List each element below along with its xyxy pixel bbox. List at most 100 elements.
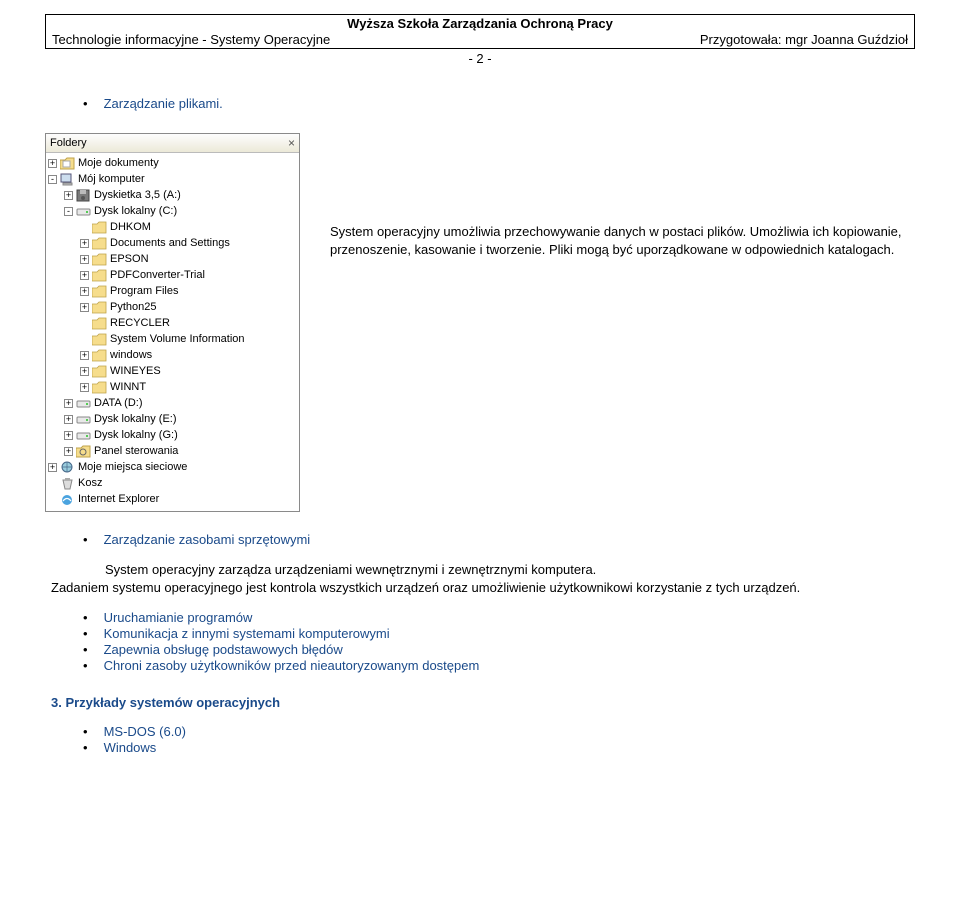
drive-icon: [76, 413, 91, 426]
control-icon: [76, 445, 91, 458]
bullet-dot: •: [83, 658, 88, 673]
expand-icon[interactable]: +: [64, 415, 73, 424]
header-left: Technologie informacyjne - Systemy Opera…: [52, 32, 330, 47]
tree-item[interactable]: + Dyskietka 3,5 (A:): [48, 187, 297, 203]
expand-icon[interactable]: +: [64, 431, 73, 440]
tree-item[interactable]: +Documents and Settings: [48, 235, 297, 251]
folder-pane-title: Foldery: [50, 137, 87, 149]
tree-item-label: Dysk lokalny (G:): [94, 429, 178, 441]
tree-item[interactable]: + WINNT: [48, 379, 297, 395]
drive-icon: [76, 429, 91, 442]
tree-item[interactable]: +Python25: [48, 299, 297, 315]
folder-icon: [92, 285, 107, 298]
folder-pane-header: Foldery ×: [46, 134, 299, 153]
header-title: Wyższa Szkoła Zarządzania Ochroną Pracy: [46, 15, 914, 32]
tree-item[interactable]: + Panel sterowania: [48, 443, 297, 459]
folder-icon: [92, 221, 107, 234]
ie-icon: [60, 493, 75, 506]
collapse-icon[interactable]: -: [48, 175, 57, 184]
close-icon[interactable]: ×: [288, 136, 295, 150]
expand-icon[interactable]: +: [64, 191, 73, 200]
tree-item[interactable]: DHKOM: [48, 219, 297, 235]
tree-item-label: Dyskietka 3,5 (A:): [94, 189, 181, 201]
tree-item[interactable]: + EPSON: [48, 251, 297, 267]
tree-item-label: PDFConverter-Trial: [110, 269, 205, 281]
expander-none: [80, 319, 89, 328]
bullet-dot: •: [83, 642, 88, 657]
collapse-icon[interactable]: -: [64, 207, 73, 216]
expander-none: [48, 479, 57, 488]
header-row: Technologie informacyjne - Systemy Opera…: [46, 32, 914, 48]
tree-item[interactable]: RECYCLER: [48, 315, 297, 331]
tree-item-label: windows: [110, 349, 152, 361]
expand-icon[interactable]: +: [48, 463, 57, 472]
folder-icon: [92, 253, 107, 266]
header-right: Przygotowała: mgr Joanna Guździoł: [700, 32, 908, 47]
tree-item-label: EPSON: [110, 253, 149, 265]
tree-item-label: Kosz: [78, 477, 102, 489]
tree-item[interactable]: + WINEYES: [48, 363, 297, 379]
folder-icon: [92, 269, 107, 282]
tree-item-label: DATA (D:): [94, 397, 142, 409]
examples-heading: 3. Przykłady systemów operacyjnych: [51, 695, 915, 710]
hw-para-line2: Zadaniem systemu operacyjnego jest kontr…: [51, 580, 800, 595]
tree-item[interactable]: + Dysk lokalny (G:): [48, 427, 297, 443]
folder-tree-pane[interactable]: Foldery × +Moje dokumenty-Mój komputer+D…: [45, 133, 300, 512]
tree-item[interactable]: + DATA (D:): [48, 395, 297, 411]
tree-item[interactable]: + windows: [48, 347, 297, 363]
tree-item[interactable]: + PDFConverter-Trial: [48, 267, 297, 283]
files-paragraph: System operacyjny umożliwia przechowywan…: [330, 133, 915, 258]
page-number: - 2 -: [45, 51, 915, 66]
folder-tree[interactable]: + Moje dokumenty -Mój komputer + Dyskietka 3…: [46, 153, 299, 511]
folder-icon: [92, 349, 107, 362]
folder-icon: [92, 317, 107, 330]
expand-icon[interactable]: +: [48, 159, 57, 168]
tree-item[interactable]: -Dysk lokalny (C:): [48, 203, 297, 219]
folder-icon: [92, 301, 107, 314]
tree-item-label: RECYCLER: [110, 317, 170, 329]
tree-item-label: WINEYES: [110, 365, 161, 377]
tree-item[interactable]: +Moje miejsca sieciowe: [48, 459, 297, 475]
section-hardware-label: Zarządzanie zasobami sprzętowymi: [104, 532, 311, 547]
expand-icon[interactable]: +: [80, 303, 89, 312]
expander-none: [80, 335, 89, 344]
list-item: •Windows: [83, 740, 915, 755]
list-item: •MS-DOS (6.0): [83, 724, 915, 739]
expand-icon[interactable]: +: [80, 367, 89, 376]
tree-item-label: Moje dokumenty: [78, 157, 159, 169]
expand-icon[interactable]: +: [80, 383, 89, 392]
expand-icon[interactable]: +: [80, 287, 89, 296]
expand-icon[interactable]: +: [80, 351, 89, 360]
section-hardware-heading: •Zarządzanie zasobami sprzętowymi: [83, 532, 915, 547]
tree-item[interactable]: -Mój komputer: [48, 171, 297, 187]
floppy-icon: [76, 189, 91, 202]
tree-item-label: Panel sterowania: [94, 445, 178, 457]
recycle-icon: [60, 477, 75, 490]
examples-list: •MS-DOS (6.0)•Windows: [83, 724, 915, 755]
list-item: •Komunikacja z innymi systemami komputer…: [83, 626, 915, 641]
tree-item-label: DHKOM: [110, 221, 151, 233]
expand-icon[interactable]: +: [80, 255, 89, 264]
list-item: •Uruchamianie programów: [83, 610, 915, 625]
list-item: •Zapewnia obsługę podstawowych błędów: [83, 642, 915, 657]
expander-none: [80, 223, 89, 232]
tree-item-label: WINNT: [110, 381, 146, 393]
tree-item[interactable]: System Volume Information: [48, 331, 297, 347]
expand-icon[interactable]: +: [80, 239, 89, 248]
computer-icon: [60, 173, 75, 186]
tree-item[interactable]: + Moje dokumenty: [48, 155, 297, 171]
document-header: Wyższa Szkoła Zarządzania Ochroną Pracy …: [45, 14, 915, 49]
tree-item[interactable]: +Program Files: [48, 283, 297, 299]
folder-icon: [92, 237, 107, 250]
section-files-label: Zarządzanie plikami.: [104, 96, 223, 111]
tree-item[interactable]: Kosz: [48, 475, 297, 491]
tree-item-label: Internet Explorer: [78, 493, 159, 505]
folder-icon: [92, 365, 107, 378]
expand-icon[interactable]: +: [64, 399, 73, 408]
hw-para-line1: System operacyjny zarządza urządzeniami …: [105, 562, 596, 577]
folder-icon: [92, 333, 107, 346]
tree-item[interactable]: Internet Explorer: [48, 491, 297, 507]
expand-icon[interactable]: +: [64, 447, 73, 456]
expand-icon[interactable]: +: [80, 271, 89, 280]
tree-item[interactable]: +Dysk lokalny (E:): [48, 411, 297, 427]
